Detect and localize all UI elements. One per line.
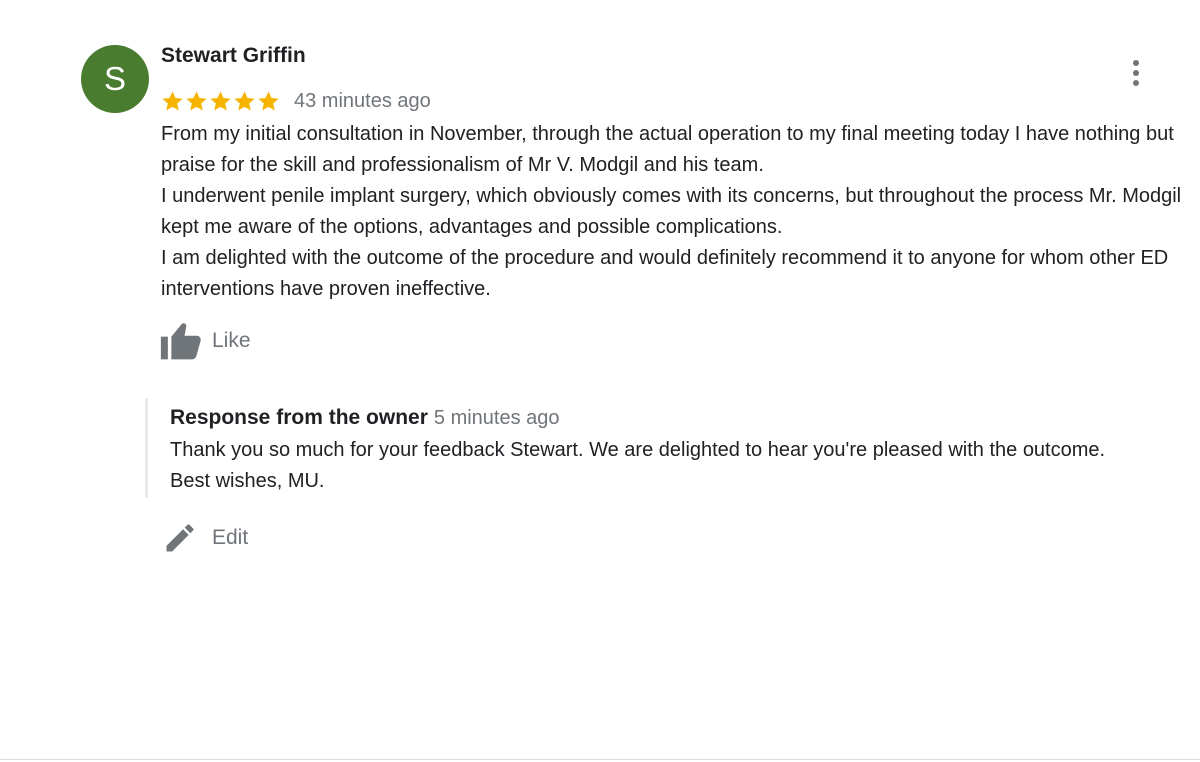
bottom-divider — [0, 759, 1200, 760]
review-page: S Stewart Griffin 43 minutes ago From my… — [0, 0, 1200, 762]
star-filled-icon — [210, 90, 231, 111]
like-button[interactable]: Like — [160, 320, 251, 362]
review-time: 43 minutes ago — [294, 89, 431, 112]
reviewer-name[interactable]: Stewart Griffin — [161, 44, 306, 68]
more-options-button[interactable] — [1122, 56, 1150, 90]
star-filled-icon — [234, 90, 255, 111]
star-filled-icon — [258, 90, 279, 111]
review-paragraph: From my initial consultation in November… — [161, 123, 1174, 176]
owner-response-title: Response from the owner — [170, 406, 428, 429]
star-filled-icon — [186, 90, 207, 111]
more-vert-icon — [1133, 60, 1139, 66]
like-label: Like — [212, 329, 251, 352]
owner-response-header: Response from the owner 5 minutes ago — [170, 406, 560, 430]
star-filled-icon — [162, 90, 183, 111]
edit-label: Edit — [212, 526, 249, 549]
owner-response: Response from the owner 5 minutes ago Tha… — [145, 398, 1148, 498]
edit-button[interactable]: Edit — [162, 518, 248, 558]
owner-response-time: 5 minutes ago — [433, 407, 560, 429]
avatar[interactable]: S — [81, 45, 149, 113]
more-vert-icon-dot — [1133, 80, 1139, 86]
review-paragraph: I underwent penile implant surgery, whic… — [161, 185, 1182, 238]
more-vert-icon-dot — [1133, 70, 1139, 76]
review-paragraph: I am delighted with the outcome of the p… — [161, 247, 1169, 300]
owner-response-text: Thank you so much for your feedback Stew… — [170, 439, 1106, 492]
pencil-icon — [166, 524, 194, 552]
review-text: From my initial consultation in November… — [161, 119, 1193, 305]
star-rating — [161, 90, 280, 113]
rating-row: 43 minutes ago — [161, 86, 431, 116]
thumb-up-icon — [160, 323, 201, 360]
